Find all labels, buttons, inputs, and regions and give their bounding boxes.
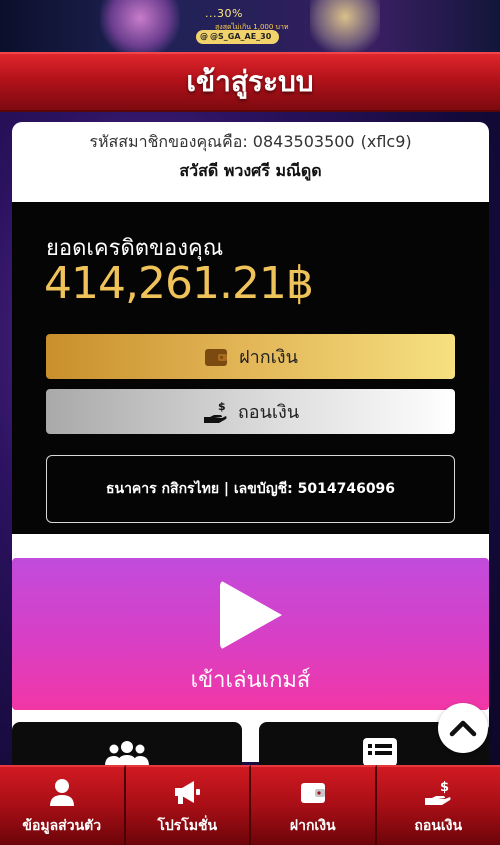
deposit-label: ฝากเงิน bbox=[239, 347, 298, 368]
nav-label-profile: ข้อมูลส่วนตัว bbox=[22, 818, 102, 834]
play-icon bbox=[220, 580, 282, 650]
user-icon bbox=[49, 779, 74, 806]
credit-panel: ยอดเครดิตของคุณ 414,261.21฿ ฝากเงิน $ ถอ… bbox=[12, 202, 489, 534]
bottom-nav: ข้อมูลส่วนตัว โปรโมชั่น ฝากเงิน $ ถอนเงิ… bbox=[0, 765, 500, 845]
member-id-label: รหัสสมาชิกของคุณคือ: 0843503500 bbox=[89, 132, 355, 151]
scroll-to-top-button[interactable] bbox=[438, 703, 488, 753]
nav-item-profile[interactable]: ข้อมูลส่วนตัว bbox=[0, 765, 126, 845]
deposit-button[interactable]: ฝากเงิน bbox=[46, 334, 455, 379]
wallet-icon bbox=[300, 783, 325, 803]
banner-promo-text: ...30% bbox=[205, 7, 243, 20]
banner-handle: @S_GA_AE_30 bbox=[196, 30, 280, 44]
nav-label-withdraw: ถอนเงิน bbox=[414, 818, 463, 834]
promo-banner[interactable]: ...30% สูงสุดไม่เกิน 1,000 บาท @S_GA_AE_… bbox=[0, 0, 500, 52]
svg-text:$: $ bbox=[218, 400, 226, 413]
hand-money-icon: $ bbox=[203, 400, 227, 423]
nav-label-deposit: ฝากเงิน bbox=[289, 818, 336, 834]
banner-character-left bbox=[100, 0, 180, 52]
nav-item-withdraw[interactable]: $ ถอนเงิน bbox=[376, 765, 500, 845]
page-title: เข้าสู่ระบบ bbox=[186, 65, 314, 98]
play-games-label: เข้าเล่นเกมส์ bbox=[190, 668, 311, 693]
page-header: เข้าสู่ระบบ bbox=[0, 52, 500, 112]
nav-item-deposit[interactable]: ฝากเงิน bbox=[251, 765, 377, 845]
withdraw-button[interactable]: $ ถอนเงิน bbox=[46, 389, 455, 434]
svg-text:$: $ bbox=[440, 780, 449, 795]
users-icon bbox=[105, 741, 149, 766]
member-id-line: รหัสสมาชิกของคุณคือ: 0843503500 (xflc9) bbox=[12, 130, 489, 155]
nav-label-promotion: โปรโมชั่น bbox=[157, 818, 218, 834]
hand-money-icon: $ bbox=[425, 780, 451, 805]
withdraw-label: ถอนเงิน bbox=[237, 402, 300, 423]
chevron-up-icon bbox=[449, 720, 477, 737]
member-greeting: สวัสดี พวงศรี มณีดูด bbox=[179, 161, 322, 180]
wallet-icon bbox=[205, 348, 228, 366]
bank-account-info: ธนาคาร กสิกรไทย | เลขบัญชี: 5014746096 bbox=[46, 455, 455, 523]
nav-item-promotion[interactable]: โปรโมชั่น bbox=[125, 765, 251, 845]
megaphone-icon bbox=[175, 781, 201, 804]
credit-amount: 414,261.21฿ bbox=[44, 258, 314, 309]
banner-character-right bbox=[310, 0, 380, 52]
list-icon bbox=[363, 738, 397, 766]
play-games-button[interactable]: เข้าเล่นเกมส์ bbox=[12, 558, 489, 710]
member-id-code: (xflc9) bbox=[360, 132, 412, 151]
